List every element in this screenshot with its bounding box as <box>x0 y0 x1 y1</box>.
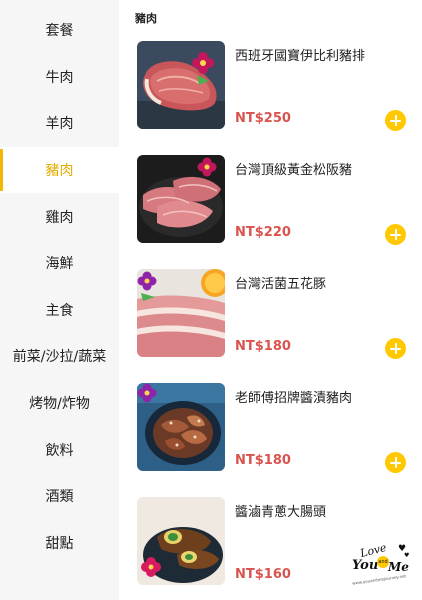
product-price: NT$180 <box>235 339 291 354</box>
category-item-grilled-fried[interactable]: 烤物/炸物 <box>0 380 119 426</box>
category-sidebar: 套餐 牛肉 羊肉 豬肉 雞肉 海鮮 主食 前菜/沙拉/蔬菜 烤物/炸物 飲料 酒… <box>0 0 119 600</box>
category-label: 飲料 <box>45 443 74 459</box>
category-item-lamb[interactable]: 羊肉 <box>0 100 119 146</box>
add-to-cart-button[interactable] <box>385 110 406 131</box>
category-item-set-meal[interactable]: 套餐 <box>0 7 119 53</box>
product-name: 台灣活菌五花豚 <box>235 277 327 292</box>
product-price: NT$180 <box>235 453 291 468</box>
heart-icon: ♥ <box>404 552 410 559</box>
category-label: 烤物/炸物 <box>29 396 90 412</box>
product-name: 醬滷青蔥大腸頭 <box>235 505 327 520</box>
product-price: NT$160 <box>235 567 291 582</box>
watermark-you-text: You <box>352 558 379 573</box>
watermark-me-text: Me <box>388 560 409 574</box>
category-label: 前菜/沙拉/蔬菜 <box>12 349 107 365</box>
category-label: 豬肉 <box>45 163 74 179</box>
pork-jowl-slices-photo <box>137 155 225 243</box>
add-to-cart-button[interactable] <box>385 338 406 359</box>
product-name: 台灣頂級黃金松阪豬 <box>235 163 353 178</box>
category-label: 套餐 <box>45 23 74 39</box>
you-and-me-watermark-logo: Love ♥ ♥ You and Me www.youandmejourney.… <box>350 541 412 594</box>
product-item[interactable]: 西班牙國寶伊比利豬排 NT$250 <box>119 41 422 151</box>
product-item[interactable]: 台灣活菌五花豚 NT$180 <box>119 269 422 379</box>
category-item-pork[interactable]: 豬肉 <box>0 147 119 193</box>
category-item-staple[interactable]: 主食 <box>0 287 119 333</box>
category-label: 雞肉 <box>45 210 74 226</box>
category-item-drinks[interactable]: 飲料 <box>0 427 119 473</box>
category-item-dessert[interactable]: 甜點 <box>0 520 119 566</box>
product-name: 西班牙國寶伊比利豬排 <box>235 49 366 64</box>
product-list: 豬肉 西班牙國寶伊比利豬排 NT$250 台灣頂級黃金松阪豬 NT$220 台灣… <box>119 0 422 600</box>
product-item[interactable]: 老師傅招牌醬漬豬肉 NT$180 <box>119 383 422 493</box>
product-price: NT$220 <box>235 225 291 240</box>
section-title: 豬肉 <box>135 12 157 25</box>
category-label: 酒類 <box>45 489 74 505</box>
category-label: 海鮮 <box>45 256 74 272</box>
add-to-cart-button[interactable] <box>385 452 406 473</box>
category-label: 羊肉 <box>45 116 74 132</box>
product-item[interactable]: 台灣頂級黃金松阪豬 NT$220 <box>119 155 422 265</box>
category-item-alcohol[interactable]: 酒類 <box>0 473 119 519</box>
category-label: 甜點 <box>45 536 74 552</box>
product-name: 老師傅招牌醬漬豬肉 <box>235 391 353 406</box>
category-label: 牛肉 <box>45 70 74 86</box>
iberico-pork-chop-photo <box>137 41 225 129</box>
product-price: NT$250 <box>235 111 291 126</box>
category-item-beef[interactable]: 牛肉 <box>0 54 119 100</box>
category-item-seafood[interactable]: 海鮮 <box>0 240 119 286</box>
pork-belly-slices-photo <box>137 269 225 357</box>
marinated-pork-bowl-photo <box>137 383 225 471</box>
add-to-cart-button[interactable] <box>385 224 406 245</box>
category-item-appetizers[interactable]: 前菜/沙拉/蔬菜 <box>0 333 119 379</box>
watermark-url-text: www.youandmejourney.net <box>351 573 407 586</box>
braised-intestine-scallion-photo <box>137 497 225 585</box>
category-item-chicken[interactable]: 雞肉 <box>0 194 119 240</box>
category-label: 主食 <box>45 303 74 319</box>
